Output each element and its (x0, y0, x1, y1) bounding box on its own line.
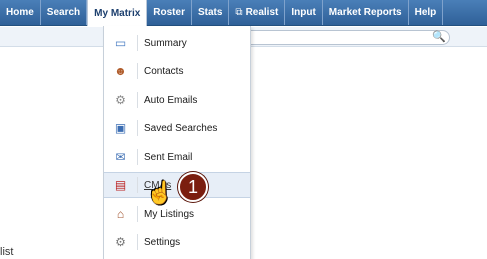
menu-item-label: My Listings (144, 208, 195, 220)
menu-item-label: Summary (144, 37, 187, 49)
background-partial-text: list (0, 246, 14, 258)
step-number-badge: 1 (178, 172, 208, 202)
menu-item-summary[interactable]: ▭ Summary (104, 30, 250, 56)
nav-stats[interactable]: Stats (192, 0, 230, 25)
menu-item-label: Auto Emails (144, 94, 198, 106)
nav-my-matrix[interactable]: My Matrix (87, 0, 148, 26)
nav-home-label: Home (6, 7, 34, 18)
nav-search-label: Search (46, 7, 81, 18)
nav-realist[interactable]: ⧉ Realist (229, 0, 286, 25)
menu-item-label: Settings (144, 236, 181, 248)
nav-help-label: Help (414, 7, 437, 18)
summary-icon: ▭ (104, 35, 138, 51)
auto-emails-icon: ⚙ (104, 92, 138, 108)
nav-input[interactable]: Input (285, 0, 323, 25)
nav-my-matrix-label: My Matrix (94, 7, 141, 19)
menu-item-label: Saved Searches (144, 122, 218, 134)
realist-icon: ⧉ (235, 7, 243, 18)
menu-item-saved-searches[interactable]: ▣ Saved Searches (104, 115, 250, 141)
saved-searches-icon: ▣ (104, 120, 138, 136)
nav-home[interactable]: Home (0, 0, 41, 25)
nav-realist-label: Realist (245, 7, 279, 18)
nav-market-reports-label: Market Reports (328, 7, 402, 18)
menu-item-contacts[interactable]: ☻ Contacts (104, 58, 250, 84)
menu-item-label: Sent Email (144, 151, 193, 163)
menu-item-my-listings[interactable]: ⌂ My Listings (104, 201, 250, 227)
menu-item-label: Contacts (144, 65, 184, 77)
menu-item-cmas[interactable]: ▤ CMAs (104, 172, 250, 198)
nav-market-reports[interactable]: Market Reports (323, 0, 409, 25)
menu-item-sent-email[interactable]: ✉ Sent Email (104, 144, 250, 170)
cma-icon: ▤ (104, 177, 138, 193)
search-input[interactable]: 🔍 (228, 30, 450, 45)
nav-search[interactable]: Search (41, 0, 88, 25)
contacts-icon: ☻ (104, 63, 138, 79)
hand-cursor-icon: ☝ (146, 180, 174, 205)
nav-help[interactable]: Help (409, 0, 444, 25)
nav-input-label: Input (291, 7, 316, 18)
nav-stats-label: Stats (197, 7, 223, 18)
top-navbar: Home Search My Matrix Roster Stats ⧉ Real… (0, 0, 487, 26)
my-matrix-dropdown: ▭ Summary ☻ Contacts ⚙ Auto Emails ▣ Sav… (103, 26, 251, 259)
search-icon[interactable]: 🔍 (432, 31, 446, 43)
menu-item-settings[interactable]: ⚙ Settings (104, 229, 250, 255)
sent-email-icon: ✉ (104, 149, 138, 165)
menu-item-auto-emails[interactable]: ⚙ Auto Emails (104, 87, 250, 113)
settings-icon: ⚙ (104, 234, 138, 250)
nav-roster[interactable]: Roster (147, 0, 192, 25)
my-listings-icon: ⌂ (104, 206, 138, 222)
nav-roster-label: Roster (153, 7, 185, 18)
